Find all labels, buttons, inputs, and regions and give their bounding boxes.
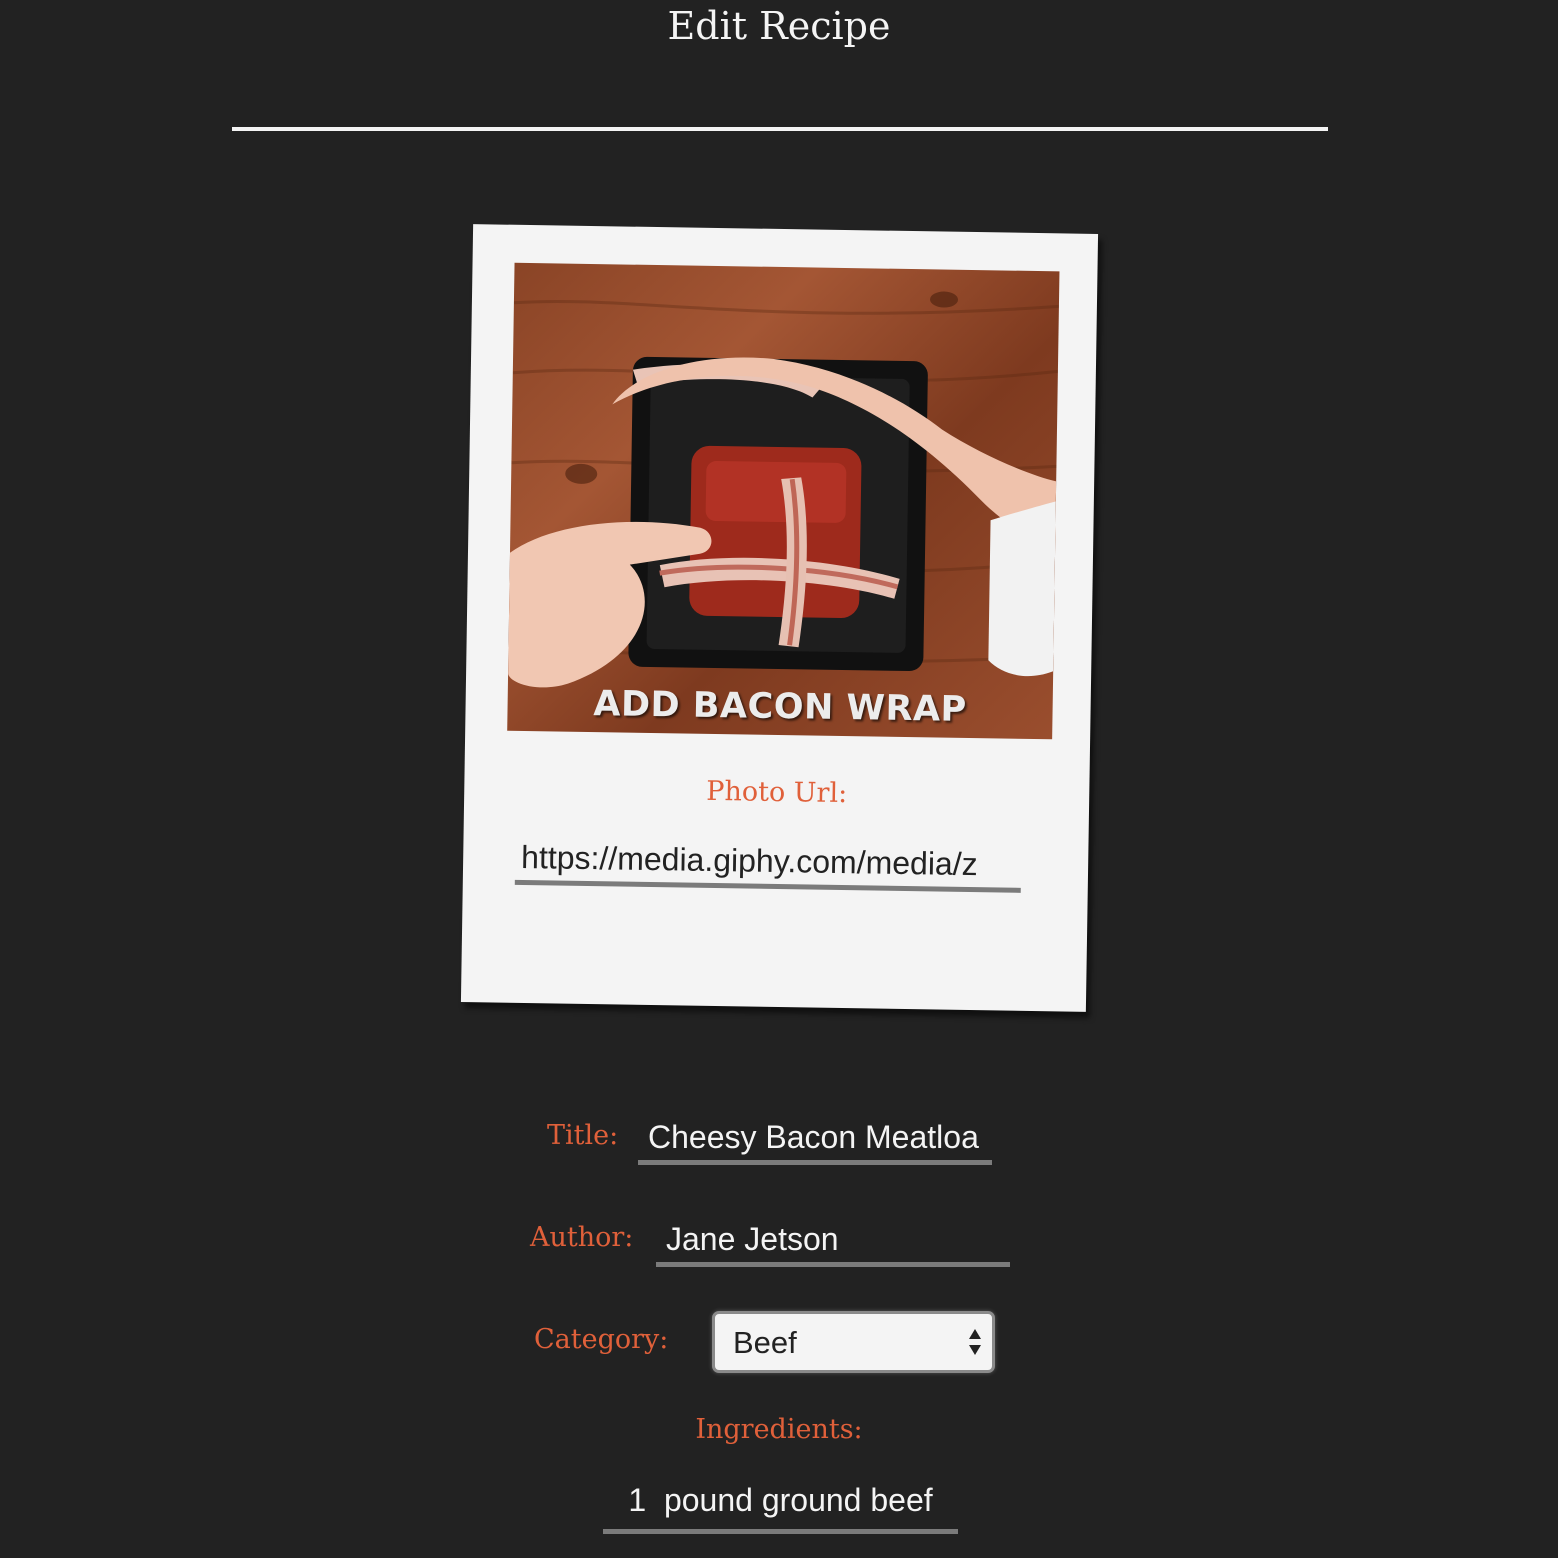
page-title: Edit Recipe <box>667 4 891 48</box>
category-select[interactable]: Beef <box>712 1311 995 1373</box>
header-divider <box>232 127 1328 131</box>
ingredient-description: pound ground beef <box>663 1482 933 1518</box>
ingredients-heading: Ingredients: <box>695 1414 863 1445</box>
title-label: Title: <box>547 1120 619 1151</box>
photo-url-input[interactable] <box>514 834 1022 893</box>
recipe-photo: ADD BACON WRAP <box>507 262 1060 740</box>
select-arrows-icon <box>969 1329 981 1355</box>
photo-card: ADD BACON WRAP Photo Url: <box>460 224 1099 1012</box>
title-input[interactable] <box>638 1115 992 1165</box>
author-label: Author: <box>530 1222 634 1253</box>
photo-url-label: Photo Url: <box>706 775 848 810</box>
category-label: Category: <box>534 1324 669 1355</box>
ingredient-row[interactable]: 1 pound ground beef <box>603 1482 958 1534</box>
photo-caption: ADD BACON WRAP <box>593 684 968 730</box>
ingredient-quantity: 1 <box>628 1482 647 1518</box>
category-selected-value: Beef <box>733 1325 797 1360</box>
recipe-photo-illustration <box>508 291 1060 688</box>
author-input[interactable] <box>656 1217 1010 1267</box>
